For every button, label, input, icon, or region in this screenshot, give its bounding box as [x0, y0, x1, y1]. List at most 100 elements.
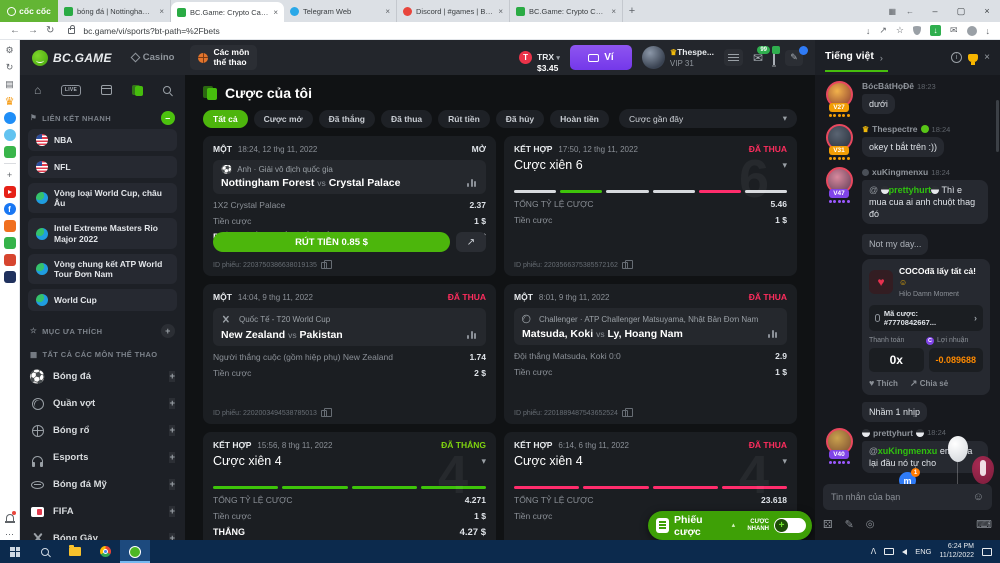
start-button[interactable] — [0, 540, 30, 563]
sidebar-item-soccer[interactable]: ⚽Bóng đá+ — [20, 363, 185, 390]
currency-selector[interactable]: T TRX ▾$3.45 — [519, 51, 560, 64]
search-icon[interactable] — [163, 86, 171, 94]
save-page-icon[interactable]: ↓ — [866, 26, 871, 36]
adblock-shield-icon[interactable] — [913, 26, 921, 35]
expand-sport-button[interactable]: + — [169, 506, 175, 517]
window-minimize-button[interactable]: – — [922, 0, 948, 22]
chat-language-tab[interactable]: Tiếng việt — [825, 50, 874, 65]
file-explorer-icon[interactable] — [60, 540, 90, 563]
coccoc-taskbar-icon[interactable] — [120, 540, 150, 563]
quick-link-iem-rio[interactable]: Intel Extreme Masters Rio Major 2022 — [28, 218, 177, 248]
shopping-icon[interactable] — [4, 220, 16, 232]
tab-search-icon[interactable]: ▦ — [888, 7, 896, 16]
filter-cashout[interactable]: Rút tiền — [438, 110, 490, 128]
coccoc-brand[interactable]: cốc cốc — [0, 0, 58, 22]
bet-code-row[interactable]: Mã cược: #7770842667...› — [869, 305, 983, 331]
quick-link-nfl[interactable]: NFL — [28, 156, 177, 178]
window-close-button[interactable]: × — [974, 0, 1000, 22]
browser-tab[interactable]: Telegram Web × — [284, 0, 397, 22]
copy-icon[interactable] — [321, 410, 327, 417]
browser-profile-avatar[interactable] — [967, 26, 977, 36]
app-badge-icon[interactable] — [4, 271, 16, 283]
match-block[interactable]: Quốc Tế - T20 World Cup New Zealand vs P… — [213, 308, 486, 346]
chevron-right-icon[interactable]: › — [880, 53, 883, 63]
nav-sports[interactable]: Các mônthể thao — [190, 45, 257, 71]
chat-username[interactable]: xuKingmenxu — [872, 167, 928, 177]
extension-bell-icon[interactable]: ✉ — [950, 25, 958, 36]
sidebar-item-american-football[interactable]: Bóng đá Mỹ+ — [20, 471, 185, 498]
collapse-button[interactable]: – — [161, 111, 175, 125]
download-manager-icon[interactable]: ↓ — [930, 25, 941, 36]
bet-share-card[interactable]: ♥ COCOđã lấy tất cả!☺Hilo Damn Moment Mã… — [862, 259, 990, 395]
browser-tab-active[interactable]: BC.Game: Crypto Casino Gam × — [171, 2, 284, 22]
share-button[interactable]: ↗ Chia sẻ — [910, 379, 948, 388]
copy-icon[interactable] — [622, 410, 628, 417]
notifications-bell-icon[interactable] — [773, 51, 775, 65]
clock[interactable]: 6:24 PM11/12/2022 — [939, 543, 974, 561]
tab-close-icon[interactable]: × — [611, 7, 616, 16]
filter-lost[interactable]: Đã thua — [381, 110, 432, 128]
filter-all[interactable]: Tất cả — [203, 110, 248, 128]
bet-slip-button[interactable]: Phiếu cược ▴ CƯỢC NHANH + — [648, 511, 812, 540]
expand-sport-button[interactable]: + — [169, 479, 175, 490]
user-profile[interactable]: ♛Thespe...VIP 31 — [642, 46, 714, 69]
filter-refund[interactable]: Hoàn tiền — [550, 110, 609, 128]
copy-icon[interactable] — [622, 262, 628, 269]
twitter-icon[interactable] — [4, 129, 16, 141]
chrome-icon[interactable] — [90, 540, 120, 563]
cashout-button[interactable]: RÚT TIỀN 0.85 $ — [213, 232, 450, 252]
quests-icon[interactable]: ✎ — [785, 50, 803, 66]
emoji-icon[interactable]: ☺ — [973, 492, 984, 503]
lock-icon[interactable] — [68, 28, 75, 34]
chat-input[interactable] — [831, 492, 967, 502]
user-menu-button[interactable] — [724, 49, 743, 66]
battery-saver-icon[interactable] — [4, 237, 16, 249]
games-icon[interactable] — [4, 146, 16, 158]
youtube-icon[interactable] — [4, 186, 16, 198]
quick-bet-toggle[interactable]: + — [774, 518, 806, 533]
browser-tab[interactable]: BC.Game: Crypto Casino Gai × — [510, 0, 623, 22]
sidebar-item-tennis[interactable]: Quần vợt+ — [20, 390, 185, 417]
notification-bell-icon[interactable] — [4, 511, 16, 523]
stats-chart-icon[interactable] — [467, 331, 478, 339]
share-icon[interactable]: ↗ — [879, 25, 887, 36]
match-block[interactable]: Challenger · ATP Challenger Matsuyama, N… — [514, 308, 787, 345]
sort-dropdown[interactable]: Cược gần đây▾ — [619, 109, 797, 128]
home-icon[interactable]: ⌂ — [34, 83, 41, 97]
filter-open[interactable]: Cược mở — [254, 110, 313, 128]
stats-chart-icon[interactable] — [467, 179, 478, 187]
mention[interactable]: prettyhurt — [889, 185, 932, 195]
back-icon[interactable]: ← — [10, 25, 20, 36]
browser-tab[interactable]: bóng đá | Nottingham Fores × — [58, 0, 171, 22]
tab-close-icon[interactable]: × — [159, 7, 164, 16]
crown-icon[interactable]: ♛ — [4, 95, 16, 107]
forward-icon[interactable]: → — [28, 25, 38, 36]
tray-expand-icon[interactable]: ᐱ — [871, 547, 876, 556]
taskbar-search-icon[interactable] — [30, 540, 60, 563]
filter-won[interactable]: Đã thắng — [319, 110, 375, 128]
wallet-button[interactable]: Ví — [570, 45, 632, 70]
expand-sport-button[interactable]: + — [169, 398, 175, 409]
schedule-icon[interactable] — [101, 85, 112, 95]
trophy-icon[interactable] — [968, 54, 978, 62]
quick-link-nba[interactable]: NBA — [28, 129, 177, 151]
action-center-icon[interactable] — [982, 548, 992, 556]
tab-close-icon[interactable]: × — [273, 8, 278, 17]
promo-hat-icon[interactable] — [4, 254, 16, 266]
settings-gear-icon[interactable]: ⚙ — [4, 44, 16, 56]
expand-sport-button[interactable]: + — [169, 425, 175, 436]
live-icon[interactable]: LIVE — [61, 85, 80, 96]
messenger-icon[interactable] — [4, 112, 16, 124]
volume-icon[interactable] — [902, 549, 907, 555]
add-shortcut-icon[interactable]: + — [4, 169, 16, 181]
url-text[interactable]: bc.game/vi/sports?bt-path=%2Fbets — [83, 26, 857, 36]
dice-icon[interactable]: ⚄ — [823, 520, 833, 531]
reading-list-icon[interactable]: ▤ — [4, 78, 16, 90]
expand-sport-button[interactable]: + — [169, 533, 175, 540]
new-tab-button[interactable]: + — [623, 0, 641, 22]
network-icon[interactable] — [884, 548, 894, 555]
quick-link-world-cup[interactable]: World Cup — [28, 289, 177, 311]
facebook-icon[interactable] — [4, 203, 16, 215]
sidebar-item-basketball[interactable]: Bóng rổ+ — [20, 417, 185, 444]
add-favorite-button[interactable]: + — [161, 324, 175, 338]
